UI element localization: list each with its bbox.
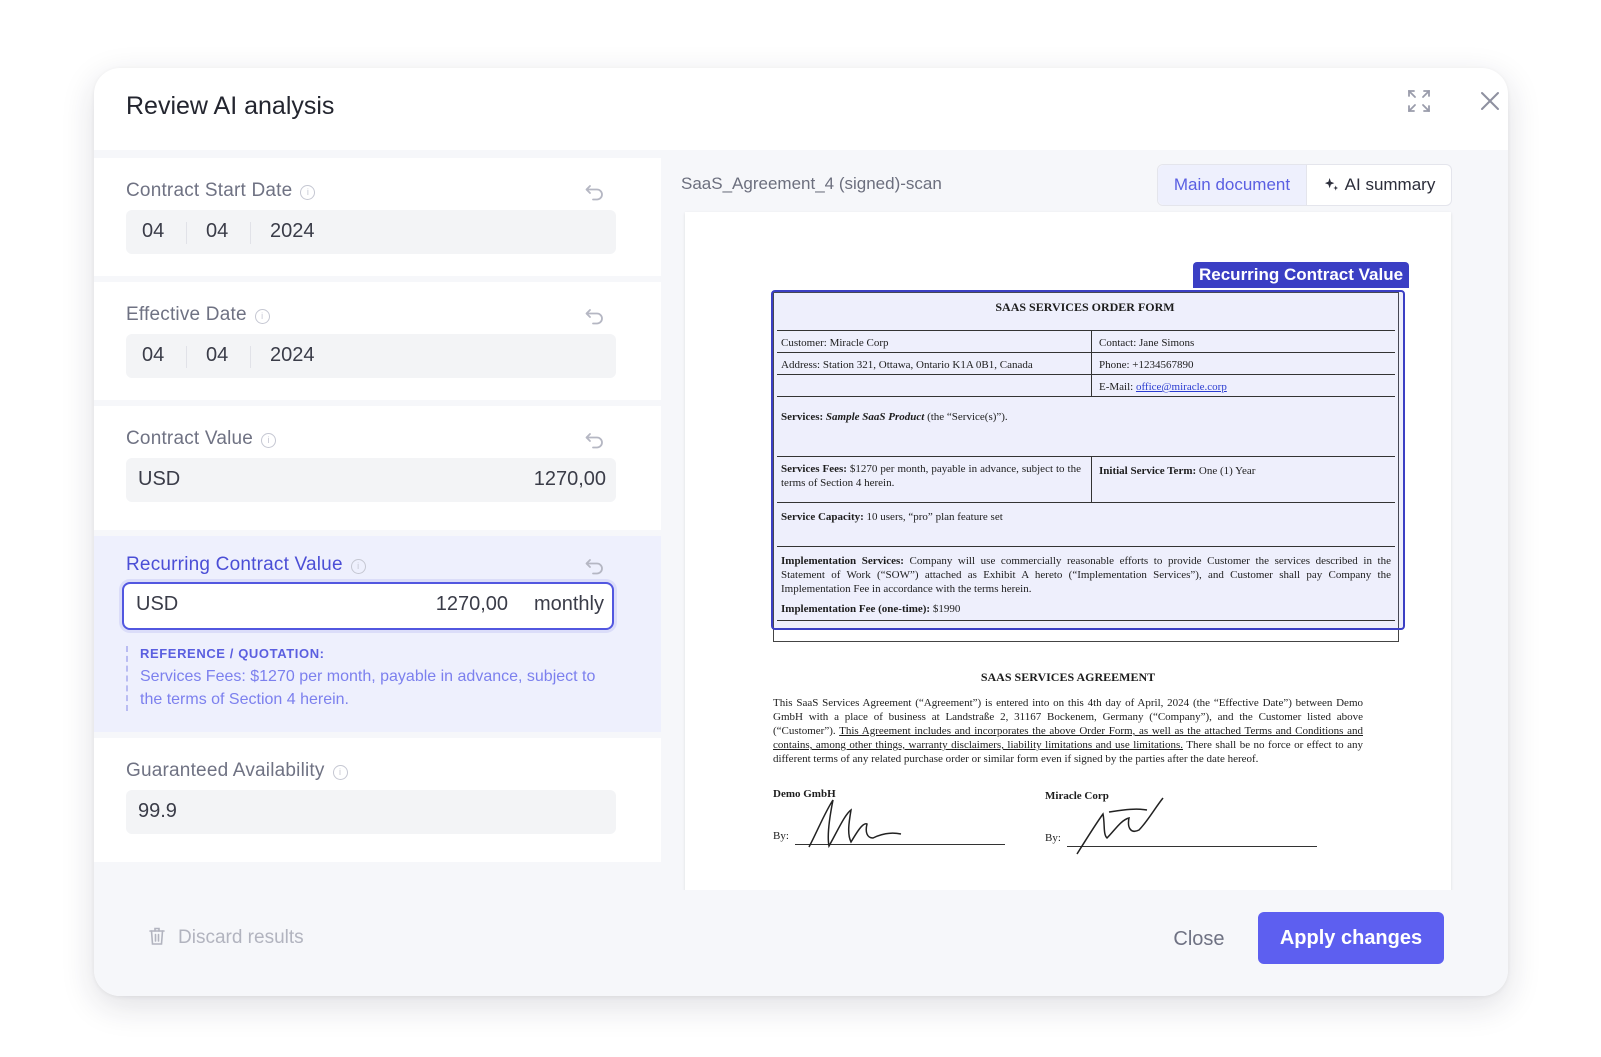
- field-contract-value: Contract Value i USD 1270,00: [94, 406, 661, 530]
- currency-input[interactable]: USD 1270,00: [126, 458, 616, 502]
- doc-implementation: Implementation Services: Company will us…: [781, 555, 1391, 595]
- availability-input[interactable]: 99.9: [126, 790, 616, 834]
- doc-email: E-Mail: office@miracle.corp: [1099, 381, 1227, 393]
- table-rule: [777, 396, 1395, 397]
- doc-services-fees: Services Fees: $1270 per month, payable …: [781, 463, 1081, 489]
- fields-panel: Contract Start Date i 04 04 2024 Effectiv…: [94, 158, 661, 890]
- agreement-title: SAAS SERVICES AGREEMENT: [980, 670, 1156, 684]
- date-year[interactable]: 2024: [270, 344, 315, 367]
- recurring-value-input[interactable]: USD 1270,00 monthly: [122, 582, 614, 630]
- tab-ai-summary[interactable]: AI summary: [1306, 165, 1452, 205]
- doc-initial-term: Initial Service Term: One (1) Year: [1099, 465, 1256, 477]
- table-rule: [777, 374, 1395, 375]
- table-col-rule: [1091, 456, 1092, 502]
- undo-icon[interactable]: [584, 428, 606, 450]
- date-input[interactable]: 04 04 2024: [126, 210, 616, 254]
- reference-text: Services Fees: $1270 per month, payable …: [140, 668, 596, 708]
- period-value[interactable]: monthly: [534, 593, 604, 616]
- table-rule: [777, 502, 1395, 503]
- modal-title: Review AI analysis: [126, 92, 335, 120]
- field-contract-start-date: Contract Start Date i 04 04 2024: [94, 158, 661, 276]
- tab-ai-label: AI summary: [1344, 175, 1436, 194]
- date-month[interactable]: 04: [206, 344, 228, 367]
- close-button[interactable]: Close: [1144, 914, 1254, 964]
- discard-label: Discard results: [178, 927, 304, 948]
- email-link[interactable]: office@miracle.corp: [1136, 381, 1227, 393]
- modal-body: Contract Start Date i 04 04 2024 Effectiv…: [94, 150, 1508, 892]
- date-separator: [186, 346, 187, 368]
- undo-icon[interactable]: [584, 554, 606, 576]
- reference-quotation: REFERENCE / QUOTATION: Services Fees: $1…: [126, 646, 600, 711]
- date-separator: [250, 346, 251, 368]
- apply-changes-button[interactable]: Apply changes: [1258, 912, 1444, 964]
- table-col-rule: [1091, 330, 1092, 396]
- agreement-body: This SaaS Services Agreement (“Agreement…: [773, 697, 1363, 765]
- order-form-title: SAAS SERVICES ORDER FORM: [995, 300, 1175, 314]
- document-page: Recurring Contract Value SAAS SERVICES O…: [685, 212, 1451, 892]
- date-separator: [250, 222, 251, 244]
- discard-results-button[interactable]: Discard results: [148, 926, 304, 949]
- document-viewer: SaaS_Agreement_4 (signed)-scan Main docu…: [661, 150, 1508, 892]
- field-label: Contract Start Date i: [126, 180, 316, 202]
- table-rule: [777, 352, 1395, 353]
- field-recurring-contract-value: Recurring Contract Value i USD 1270,00 mo…: [94, 536, 661, 732]
- availability-value[interactable]: 99.9: [138, 800, 177, 823]
- field-label: Guaranteed Availability i: [126, 760, 348, 782]
- field-effective-date: Effective Date i 04 04 2024: [94, 282, 661, 400]
- table-rule: [777, 546, 1395, 547]
- info-icon: i: [254, 309, 270, 324]
- doc-implementation-fee: Implementation Fee (one-time): $1990: [781, 603, 961, 615]
- date-day[interactable]: 04: [142, 220, 164, 243]
- amount-value[interactable]: 1270,00: [436, 593, 508, 616]
- date-separator: [186, 222, 187, 244]
- doc-address: Address: Station 321, Ottawa, Ontario K1…: [781, 359, 1033, 371]
- info-icon: i: [350, 559, 366, 574]
- expand-icon[interactable]: [1404, 86, 1434, 116]
- document-file-name: SaaS_Agreement_4 (signed)-scan: [681, 174, 942, 193]
- field-label: Effective Date i: [126, 304, 270, 326]
- doc-phone: Phone: +1234567890: [1099, 359, 1194, 371]
- date-day[interactable]: 04: [142, 344, 164, 367]
- signature-company: [808, 799, 902, 849]
- table-rule: [777, 620, 1395, 621]
- modal-header: Review AI analysis: [94, 68, 1508, 150]
- close-icon[interactable]: [1475, 86, 1505, 116]
- table-rule: [777, 330, 1395, 331]
- signature-customer: [1076, 797, 1164, 855]
- field-guaranteed-availability: Guaranteed Availability i 99.9: [94, 738, 661, 862]
- currency-code: USD: [138, 468, 181, 490]
- sparkle-icon: [1324, 177, 1338, 191]
- doc-service-capacity: Service Capacity: 10 users, “pro” plan f…: [781, 511, 1003, 523]
- review-modal: Review AI analysis Contract Start Datei: [94, 68, 1508, 996]
- sig-by-label: By:: [1045, 832, 1061, 844]
- info-icon: i: [332, 765, 348, 780]
- highlight-label: Recurring Contract Value: [1193, 262, 1410, 288]
- trash-icon: [149, 927, 165, 945]
- modal-footer: Discard results Close Apply changes: [94, 890, 1508, 996]
- view-tabs: Main document AI summary: [1157, 164, 1452, 206]
- field-label: Contract Value i: [126, 428, 277, 450]
- sig-by-label: By:: [773, 830, 789, 842]
- info-icon: i: [261, 433, 277, 448]
- doc-contact: Contact: Jane Simons: [1099, 337, 1195, 349]
- currency-code: USD: [136, 593, 179, 615]
- info-icon: i: [300, 185, 316, 200]
- tab-main-document[interactable]: Main document: [1158, 165, 1306, 205]
- doc-services: Services: Sample SaaS Product (the “Serv…: [781, 411, 1008, 423]
- reference-title: REFERENCE / QUOTATION:: [140, 646, 325, 661]
- field-label: Recurring Contract Value i: [126, 554, 366, 576]
- undo-icon[interactable]: [584, 304, 606, 326]
- undo-icon[interactable]: [584, 180, 606, 202]
- date-month[interactable]: 04: [206, 220, 228, 243]
- date-input[interactable]: 04 04 2024: [126, 334, 616, 378]
- doc-customer: Customer: Miracle Corp: [781, 337, 889, 349]
- amount-value[interactable]: 1270,00: [534, 468, 606, 491]
- date-year[interactable]: 2024: [270, 220, 315, 243]
- table-rule: [777, 456, 1395, 457]
